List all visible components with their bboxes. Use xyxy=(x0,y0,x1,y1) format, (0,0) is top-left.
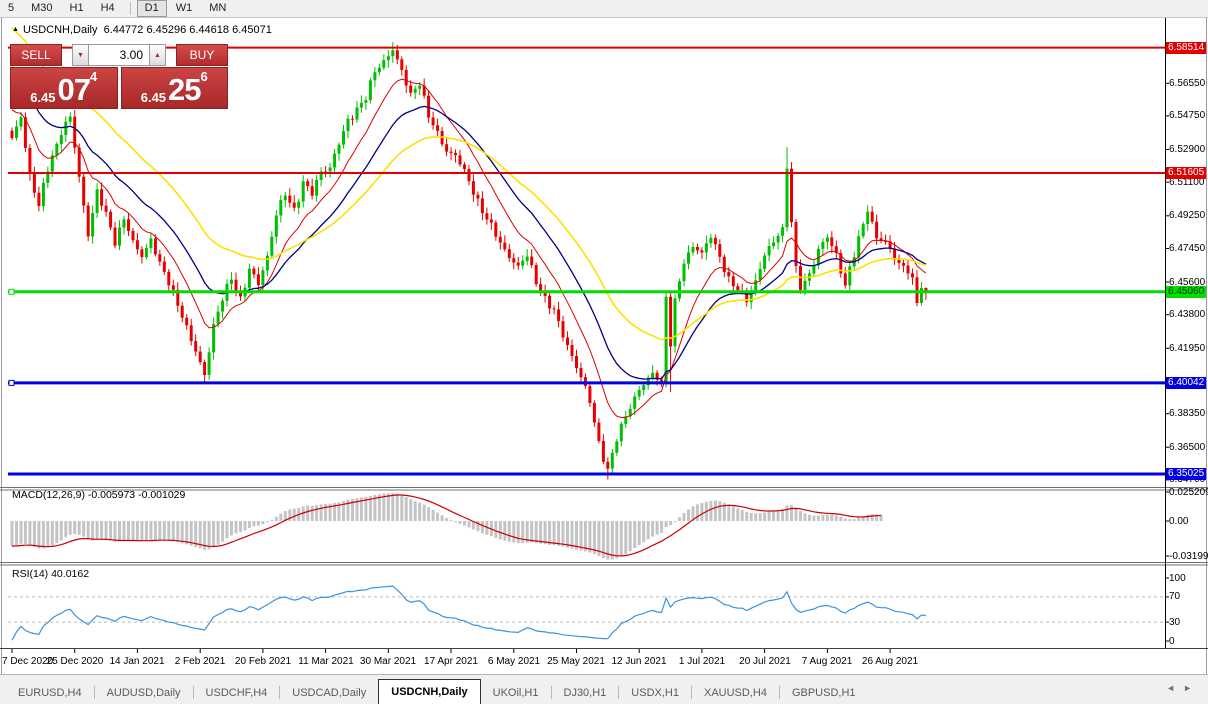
trading-terminal: 5 M30 H1 H4 D1 W1 MN ▲ USDCNH,Daily 6.44772 6.4… xyxy=(0,0,1208,704)
date-axis-label: 30 Mar 2021 xyxy=(359,656,417,667)
rsi-axis-label: 0 xyxy=(1169,636,1175,647)
date-axis-label: 25 May 2021 xyxy=(547,656,605,667)
timeframe-button-h4[interactable]: H4 xyxy=(93,0,123,17)
date-axis-label: 11 Mar 2021 xyxy=(298,656,354,667)
price-level-badge: 6.51605 xyxy=(1166,167,1207,179)
date-axis-label: 12 Jun 2021 xyxy=(611,656,667,667)
date-axis-label: 7 Aug 2021 xyxy=(801,656,853,667)
sell-price-base: 6.45 xyxy=(30,90,56,105)
chart-tab-eurusd[interactable]: EURUSD,H4 xyxy=(6,681,94,704)
timeframe-toolbar: 5 M30 H1 H4 D1 W1 MN xyxy=(0,0,1208,18)
buy-price-pips: 25 xyxy=(168,72,201,107)
price-axis-label: 6.56550 xyxy=(1169,78,1206,89)
sell-price-box[interactable]: 6.45 07 4 xyxy=(10,67,118,109)
buy-price-box[interactable]: 6.45 25 6 xyxy=(120,67,228,109)
date-axis-label: 1 Jul 2021 xyxy=(678,656,726,667)
chart-symbol-period: USDCNH,Daily xyxy=(22,24,98,36)
macd-indicator-label: MACD(12,26,9) -0.005973 -0.001029 xyxy=(12,489,186,501)
macd-axis-label: -0.031994 xyxy=(1169,551,1208,562)
chart-ohlc-values: 6.44772 6.45296 6.44618 6.45071 xyxy=(103,24,272,36)
price-level-badge: 6.45060 xyxy=(1166,286,1207,298)
timeframe-button-d1[interactable]: D1 xyxy=(136,0,167,17)
chart-tab-dj30[interactable]: DJ30,H1 xyxy=(552,681,619,704)
date-axis-label: 7 Dec 2020 xyxy=(2,656,54,667)
price-axis-label: 6.43800 xyxy=(1169,309,1206,320)
date-axis-label: 20 Feb 2021 xyxy=(234,656,292,667)
rsi-axis-label: 100 xyxy=(1169,573,1186,584)
price-axis-label: 6.52900 xyxy=(1169,144,1206,155)
volume-decrease-button[interactable]: ▼ xyxy=(72,44,89,66)
volume-increase-button[interactable]: ▲ xyxy=(149,44,166,66)
chart-title: ▲ USDCNH,Daily 6.44772 6.45296 6.44618 6.… xyxy=(12,24,272,36)
collapse-triangle-icon[interactable]: ▲ xyxy=(12,26,19,33)
price-axis-label: 6.41950 xyxy=(1169,343,1206,354)
date-axis-label: 14 Jan 2021 xyxy=(109,656,165,667)
buy-price-point: 6 xyxy=(200,69,208,84)
price-level-badge: 6.40042 xyxy=(1166,377,1207,389)
price-level-badge: 6.58514 xyxy=(1166,42,1207,54)
timeframe-button-h1[interactable]: H1 xyxy=(62,0,92,17)
date-axis-label: 2 Feb 2021 xyxy=(174,656,226,667)
date-axis-label: 20 Jul 2021 xyxy=(739,656,791,667)
timeframe-button-w1[interactable]: W1 xyxy=(168,0,201,17)
date-axis-label: 26 Aug 2021 xyxy=(861,656,919,667)
rsi-axis-label: 30 xyxy=(1169,617,1181,628)
timeframe-button-mn[interactable]: MN xyxy=(201,0,234,17)
price-axis-label: 6.38350 xyxy=(1169,408,1206,419)
date-axis-label: 6 May 2021 xyxy=(487,656,541,667)
sell-button[interactable]: SELL xyxy=(10,44,62,66)
chart-tab-xauusd[interactable]: XAUUSD,H4 xyxy=(692,681,779,704)
buy-button[interactable]: BUY xyxy=(176,44,228,66)
rsi-axis-label: 70 xyxy=(1169,591,1181,602)
sell-price-point: 4 xyxy=(90,69,98,84)
sell-price-pips: 07 xyxy=(57,72,91,107)
chart-tab-bar: EURUSD,H4 AUDUSD,Daily USDCHF,H4 USDCAD,Dai… xyxy=(0,674,1208,704)
price-level-badge: 6.35025 xyxy=(1166,468,1207,480)
macd-axis-label: 0.025209 xyxy=(1169,487,1208,498)
chart-tab-audusd[interactable]: AUDUSD,Daily xyxy=(95,681,193,704)
price-axis-label: 6.36500 xyxy=(1169,442,1206,453)
chart-tab-usdcnh[interactable]: USDCNH,Daily xyxy=(378,679,481,704)
date-axis-label: 17 Apr 2021 xyxy=(424,656,478,667)
price-axis-label: 6.54750 xyxy=(1169,110,1206,121)
chart-tab-usdcad[interactable]: USDCAD,Daily xyxy=(280,681,378,704)
chart-tab-gbpusd[interactable]: GBPUSD,H1 xyxy=(780,681,868,704)
buy-price-base: 6.45 xyxy=(140,90,167,105)
date-axis-label: 25 Dec 2020 xyxy=(46,656,104,667)
price-axis-label: 6.47450 xyxy=(1169,243,1206,254)
timeframe-button-m30[interactable]: M30 xyxy=(23,0,60,17)
tabs-scroll-left-icon[interactable]: ◄ xyxy=(1166,683,1183,693)
timeframe-button-5[interactable]: 5 xyxy=(0,0,22,17)
price-axis-label: 6.49250 xyxy=(1169,210,1206,221)
rsi-indicator-label: RSI(14) 40.0162 xyxy=(12,568,90,580)
chart-tab-ukoil[interactable]: UKOil,H1 xyxy=(481,681,551,704)
toolbar-separator xyxy=(129,2,131,15)
tabs-scroll-right-icon[interactable]: ► xyxy=(1183,683,1200,693)
one-click-trading-panel: SELL ▼ 3.00 ▲ BUY 6.45 07 4 6.45 25 6 xyxy=(10,44,228,109)
volume-input[interactable]: 3.00 xyxy=(89,44,149,66)
chart-tab-usdx[interactable]: USDX,H1 xyxy=(619,681,691,704)
macd-axis-label: 0.00 xyxy=(1169,516,1189,527)
chart-tab-usdchf[interactable]: USDCHF,H4 xyxy=(194,681,280,704)
